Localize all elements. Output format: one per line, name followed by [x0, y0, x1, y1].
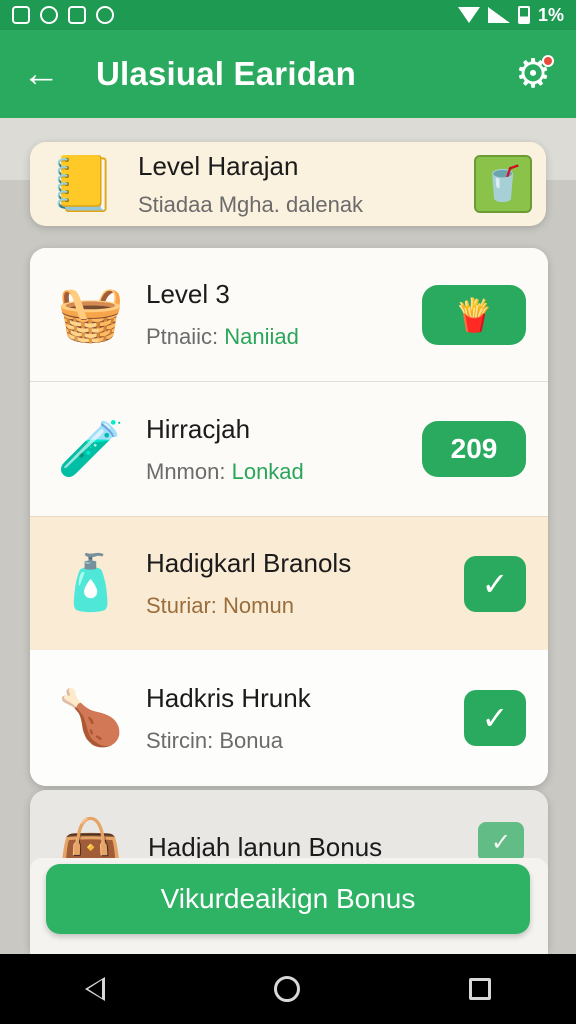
gift-box-icon[interactable]: 🥤: [474, 155, 532, 213]
claimed-check-button[interactable]: ✓: [464, 690, 526, 746]
image-icon: [68, 6, 86, 24]
nav-back-icon[interactable]: [84, 977, 105, 1001]
chat-icon: [96, 6, 114, 24]
snack-bundle-icon[interactable]: 🍟: [422, 284, 526, 345]
level-card-texts: Level Harajan Stiadaa Mgha. dalenak: [138, 151, 474, 218]
list-item-subtitle: Stircin: Bonua: [146, 727, 283, 753]
list-item-title: Hadkris Hrunk: [146, 682, 311, 713]
gift-basket-icon: 🧺: [57, 284, 125, 344]
nav-recents-icon[interactable]: [469, 978, 492, 1000]
subtitle-prefix: Mnmon:: [146, 458, 232, 484]
status-bar: 1%: [0, 0, 576, 30]
subtitle-value: Naniiad: [224, 324, 299, 349]
list-item-subtitle: Ptnaiic: Naniiad: [146, 324, 422, 350]
claim-bonus-button[interactable]: Vikurdeaikign Bonus: [46, 864, 530, 934]
list-item-title: Hadigkarl Branols: [146, 548, 352, 578]
subtitle-prefix: Ptnaiic:: [146, 324, 225, 349]
list-item-subtitle: Mnmon: Lonkad: [146, 459, 422, 485]
notification-dot: [542, 55, 554, 67]
oil-bottle-icon: 🧴: [57, 553, 125, 613]
list-item-texts: Level 3 Ptnaiic: Naniiad: [146, 279, 422, 350]
list-item-subtitle: Sturiar: Nomun: [146, 593, 294, 618]
list-item-title: Level 3: [146, 279, 230, 309]
sync-icon: [40, 6, 58, 24]
list-item[interactable]: 🍗 Hadkris Hrunk Stircin: Bonua ✓: [30, 650, 548, 786]
claimed-check-button[interactable]: ✓: [478, 822, 524, 862]
settings-button[interactable]: ⚙: [512, 53, 554, 95]
status-left-icons: [12, 6, 114, 24]
battery-text: 1%: [537, 4, 564, 25]
potion-bottle-icon: 🧪: [57, 418, 125, 479]
list-item-texts: Hirracjah Mnmon: Lonkad: [146, 414, 422, 485]
level-card-top[interactable]: 📒 Level Harajan Stiadaa Mgha. dalenak 🥤: [30, 142, 546, 226]
status-right-icons: 1%: [457, 4, 564, 26]
list-item[interactable]: 🧺 Level 3 Ptnaiic: Naniiad 🍟: [30, 248, 548, 382]
system-nav-bar: [0, 954, 576, 1024]
check-icon: ✓: [481, 700, 509, 736]
back-arrow-icon[interactable]: ←: [22, 53, 70, 96]
notification-icon: [12, 6, 30, 24]
level-card-subtitle: Stiadaa Mgha. dalenak: [138, 191, 364, 217]
list-item-title: Hirracjah: [146, 413, 251, 444]
drumstick-icon: 🍗: [57, 687, 125, 748]
page-title: Ulasiual Earidan: [96, 55, 356, 92]
app-bar: ← Ulasiual Earidan ⚙: [0, 30, 576, 118]
list-item-texts: Hadkris Hrunk Stircin: Bonua: [146, 683, 464, 754]
list-item-texts: Hadigkarl Branols Sturiar: Nomun: [146, 548, 464, 619]
wifi-icon: [457, 7, 480, 23]
nav-home-icon[interactable]: [273, 976, 300, 1002]
check-icon: ✓: [481, 565, 509, 602]
list-item[interactable]: 🧪 Hirracjah Mnmon: Lonkad 209: [30, 382, 548, 516]
reward-value-button[interactable]: 209: [422, 421, 526, 477]
check-icon: ✓: [490, 828, 512, 856]
claimed-check-button[interactable]: ✓: [464, 555, 526, 612]
level-card-title: Level Harajan: [138, 150, 299, 181]
list-item[interactable]: 🧴 Hadigkarl Branols Sturiar: Nomun ✓: [30, 516, 548, 650]
bonus-list: 🧺 Level 3 Ptnaiic: Naniiad 🍟 🧪 Hirracjah…: [30, 248, 548, 786]
signal-icon: [487, 7, 510, 23]
book-icon: 📒: [49, 153, 117, 214]
battery-icon: [517, 6, 530, 24]
subtitle-value: Lonkad: [231, 458, 304, 484]
